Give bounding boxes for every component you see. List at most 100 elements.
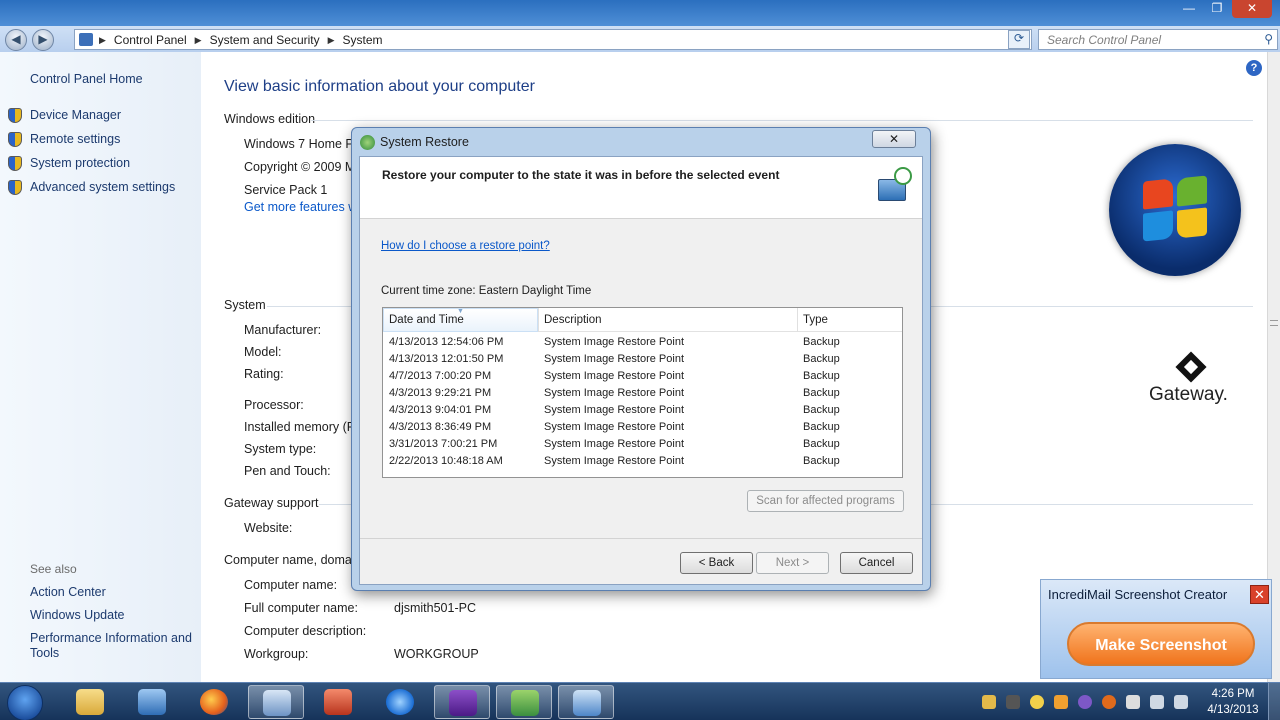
row-description: System Image Restore Point <box>544 353 685 365</box>
search-input[interactable]: Search Control Panel ⚲ <box>1038 29 1278 50</box>
scan-affected-programs-button[interactable]: Scan for affected programs <box>747 490 904 512</box>
tray-flag-icon[interactable] <box>1126 695 1140 709</box>
row-type: Backup <box>803 336 840 348</box>
control-panel-home-link[interactable]: Control Panel Home <box>30 72 143 86</box>
table-row[interactable]: 4/3/2013 9:04:01 PM System Image Restore … <box>383 402 902 419</box>
taskbar-explorer[interactable] <box>62 685 118 719</box>
refresh-icon[interactable]: ⟳ <box>1008 30 1030 49</box>
table-row[interactable]: 4/13/2013 12:01:50 PM System Image Restor… <box>383 351 902 368</box>
system-restore-icon <box>360 135 375 150</box>
window-controls: — ❐ ✕ <box>1176 0 1272 18</box>
tray-smiley-icon[interactable] <box>1030 695 1044 709</box>
tray-wand-icon[interactable] <box>1054 695 1068 709</box>
windows-edition-value: Windows 7 Home Pr <box>244 137 358 151</box>
logo-flag-red <box>1143 178 1173 210</box>
back-button[interactable]: < Back <box>680 552 753 574</box>
taskbar-system-restore[interactable] <box>558 685 614 719</box>
taskbar-windows-live[interactable] <box>496 685 552 719</box>
workgroup-label: Workgroup: <box>244 647 309 661</box>
taskbar-internet-explorer[interactable] <box>372 685 428 719</box>
incredimail-close-button[interactable]: ✕ <box>1250 585 1269 604</box>
table-row[interactable]: 3/31/2013 7:00:21 PM System Image Restore… <box>383 436 902 453</box>
taskbar-clock[interactable]: 4:26 PM 4/13/2013 <box>1203 686 1263 718</box>
taskbar-control-panel[interactable] <box>248 685 304 719</box>
table-row[interactable]: 4/3/2013 8:36:49 PM System Image Restore … <box>383 419 902 436</box>
breadcrumb-separator-icon: ▶ <box>327 35 335 45</box>
show-desktop-button[interactable] <box>1268 683 1280 720</box>
shield-icon <box>8 180 22 195</box>
table-row[interactable]: 4/13/2013 12:54:06 PM System Image Restor… <box>383 334 902 351</box>
cancel-button[interactable]: Cancel <box>840 552 913 574</box>
forward-arrow-icon[interactable]: ▶ <box>32 29 54 51</box>
table-row[interactable]: 4/7/2013 7:00:20 PM System Image Restore … <box>383 368 902 385</box>
choose-restore-point-link[interactable]: How do I choose a restore point? <box>381 240 550 252</box>
tray-app-icon[interactable] <box>1006 695 1020 709</box>
messenger-icon <box>511 690 539 716</box>
row-date: 4/13/2013 12:54:06 PM <box>389 336 504 348</box>
website-label: Website: <box>244 521 293 535</box>
folder-icon <box>76 689 104 715</box>
taskbar-yahoo-messenger[interactable] <box>434 685 490 719</box>
tray-yahoo-icon[interactable] <box>1078 695 1092 709</box>
action-center-link[interactable]: Action Center <box>30 585 106 599</box>
section-divider <box>311 120 1253 121</box>
control-panel-icon <box>263 690 291 716</box>
column-separator[interactable] <box>797 308 798 332</box>
tray-network-icon[interactable] <box>1150 695 1164 709</box>
row-description: System Image Restore Point <box>544 370 685 382</box>
tray-avast-icon[interactable] <box>1102 695 1116 709</box>
row-date: 4/3/2013 8:36:49 PM <box>389 421 492 433</box>
row-type: Backup <box>803 455 840 467</box>
service-pack-text: Service Pack 1 <box>244 183 328 197</box>
computer-name-label: Computer name: <box>244 578 338 592</box>
minimize-button[interactable]: — <box>1176 0 1202 18</box>
installed-memory-label: Installed memory (R <box>244 420 356 434</box>
processor-label: Processor: <box>244 398 304 412</box>
make-screenshot-button[interactable]: Make Screenshot <box>1067 622 1255 666</box>
table-header: ▼ Date and Time Description Type <box>383 308 902 332</box>
logo-flag-blue <box>1143 210 1173 242</box>
start-button[interactable] <box>7 685 43 720</box>
search-icon[interactable]: ⚲ <box>1264 32 1273 46</box>
row-date: 3/31/2013 7:00:21 PM <box>389 438 498 450</box>
taskbar-media-center[interactable] <box>124 685 180 719</box>
performance-information-link-line2[interactable]: Tools <box>30 646 59 660</box>
timezone-text: Current time zone: Eastern Daylight Time <box>381 285 592 297</box>
restore-computer-icon <box>876 167 914 205</box>
breadcrumb-system-and-security[interactable]: System and Security <box>210 33 320 47</box>
system-protection-link[interactable]: System protection <box>30 156 130 170</box>
taskbar-incredimail[interactable] <box>310 685 366 719</box>
row-type: Backup <box>803 370 840 382</box>
windows-update-link[interactable]: Windows Update <box>30 608 125 622</box>
pen-and-touch-label: Pen and Touch: <box>244 464 331 478</box>
manufacturer-label: Manufacturer: <box>244 323 322 337</box>
scrollbar-grip-icon[interactable] <box>1270 320 1278 326</box>
tray-volume-icon[interactable] <box>1174 695 1188 709</box>
table-row[interactable]: 4/3/2013 9:29:21 PM System Image Restore … <box>383 385 902 402</box>
window-titlebar: — ❐ ✕ <box>0 0 1280 26</box>
table-row[interactable]: 2/22/2013 10:48:18 AM System Image Restor… <box>383 453 902 470</box>
taskbar-firefox[interactable] <box>186 685 242 719</box>
performance-information-link[interactable]: Performance Information and <box>30 631 192 645</box>
row-description: System Image Restore Point <box>544 421 685 433</box>
windows-edition-heading: Windows edition <box>224 112 316 126</box>
close-button[interactable]: ✕ <box>1232 0 1272 18</box>
help-icon[interactable]: ? <box>1246 60 1262 76</box>
get-more-features-link[interactable]: Get more features w <box>244 200 357 214</box>
address-bar[interactable]: ▶ Control Panel ▶ System and Security ▶ … <box>74 29 1032 50</box>
column-date-and-time[interactable]: Date and Time <box>389 314 464 326</box>
breadcrumb-system[interactable]: System <box>343 33 383 47</box>
dialog-body: Restore your computer to the state it wa… <box>359 156 923 585</box>
device-manager-link[interactable]: Device Manager <box>30 108 121 122</box>
remote-settings-link[interactable]: Remote settings <box>30 132 120 146</box>
column-type[interactable]: Type <box>803 314 828 326</box>
column-description[interactable]: Description <box>544 314 602 326</box>
maximize-button[interactable]: ❐ <box>1204 0 1230 18</box>
dialog-close-button[interactable]: ✕ <box>872 130 916 148</box>
breadcrumb-control-panel[interactable]: Control Panel <box>114 33 187 47</box>
next-button[interactable]: Next > <box>756 552 829 574</box>
back-arrow-icon[interactable]: ◀ <box>5 29 27 51</box>
advanced-system-settings-link[interactable]: Advanced system settings <box>30 180 175 194</box>
column-separator[interactable] <box>538 308 539 332</box>
tray-folder-icon[interactable] <box>982 695 996 709</box>
